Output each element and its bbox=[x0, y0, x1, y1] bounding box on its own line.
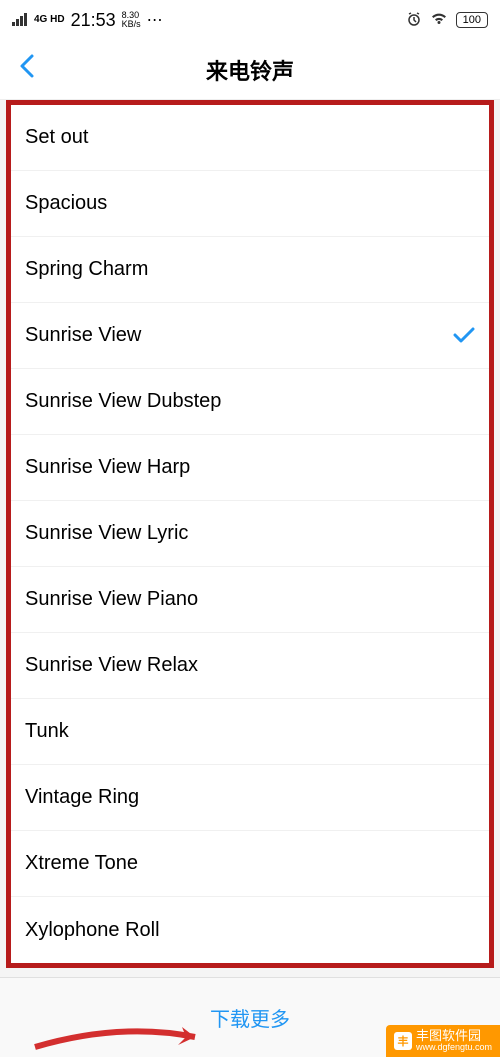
ringtone-label: Sunrise View Lyric bbox=[25, 522, 188, 545]
ringtone-item[interactable]: Tunk bbox=[11, 699, 489, 765]
ringtone-label: Sunrise View Harp bbox=[25, 456, 190, 479]
ringtone-item[interactable]: Sunrise View Piano bbox=[11, 567, 489, 633]
ringtone-item[interactable]: Sunrise View Dubstep bbox=[11, 369, 489, 435]
ringtone-label: Tunk bbox=[25, 720, 69, 743]
status-left: 4G HD 21:53 8.30 KB/s ⋯ bbox=[12, 10, 165, 31]
status-bar: 4G HD 21:53 8.30 KB/s ⋯ 100 bbox=[0, 0, 500, 40]
ringtone-label: Spring Charm bbox=[25, 258, 148, 281]
watermark: 丰 丰图软件园 www.dgfengtu.com bbox=[386, 1025, 500, 1057]
ringtone-label: Sunrise View Relax bbox=[25, 654, 198, 677]
download-more-button[interactable]: 下载更多 bbox=[210, 1003, 290, 1032]
ringtone-label: Xtreme Tone bbox=[25, 852, 138, 875]
watermark-name: 丰图软件园 bbox=[416, 1029, 492, 1043]
ringtone-label: Xylophone Roll bbox=[25, 919, 160, 942]
check-icon bbox=[453, 323, 475, 349]
ringtone-item[interactable]: Set out bbox=[11, 105, 489, 171]
data-rate: 8.30 KB/s bbox=[122, 11, 141, 29]
more-icon: ⋯ bbox=[147, 10, 165, 30]
wifi-icon bbox=[430, 12, 448, 29]
alarm-icon bbox=[406, 11, 422, 30]
watermark-icon: 丰 bbox=[394, 1032, 412, 1050]
ringtone-item[interactable]: Vintage Ring bbox=[11, 765, 489, 831]
status-time: 21:53 bbox=[71, 10, 116, 31]
battery-icon: 100 bbox=[456, 12, 488, 28]
header: 来电铃声 bbox=[0, 40, 500, 100]
ringtone-label: Sunrise View Piano bbox=[25, 588, 198, 611]
ringtone-item[interactable]: Xtreme Tone bbox=[11, 831, 489, 897]
ringtone-item[interactable]: Sunrise View Relax bbox=[11, 633, 489, 699]
ringtone-item[interactable]: Spring Charm bbox=[11, 237, 489, 303]
status-right: 100 bbox=[406, 11, 488, 30]
network-type: 4G HD bbox=[34, 15, 65, 25]
ringtone-item[interactable]: Sunrise View bbox=[11, 303, 489, 369]
ringtone-item[interactable]: Sunrise View Harp bbox=[11, 435, 489, 501]
ringtone-label: Set out bbox=[25, 126, 88, 149]
signal-icon bbox=[12, 12, 28, 29]
back-button[interactable] bbox=[18, 52, 36, 88]
ringtone-item[interactable]: Sunrise View Lyric bbox=[11, 501, 489, 567]
ringtone-label: Spacious bbox=[25, 192, 107, 215]
ringtone-label: Sunrise View Dubstep bbox=[25, 390, 221, 413]
ringtone-label: Vintage Ring bbox=[25, 786, 139, 809]
ringtone-item[interactable]: Xylophone Roll bbox=[11, 897, 489, 963]
page-title: 来电铃声 bbox=[0, 54, 500, 86]
watermark-url: www.dgfengtu.com bbox=[416, 1043, 492, 1053]
ringtone-item[interactable]: Spacious bbox=[11, 171, 489, 237]
ringtone-label: Sunrise View bbox=[25, 324, 141, 347]
ringtone-list: Set out Spacious Spring Charm Sunrise View S… bbox=[6, 100, 494, 968]
